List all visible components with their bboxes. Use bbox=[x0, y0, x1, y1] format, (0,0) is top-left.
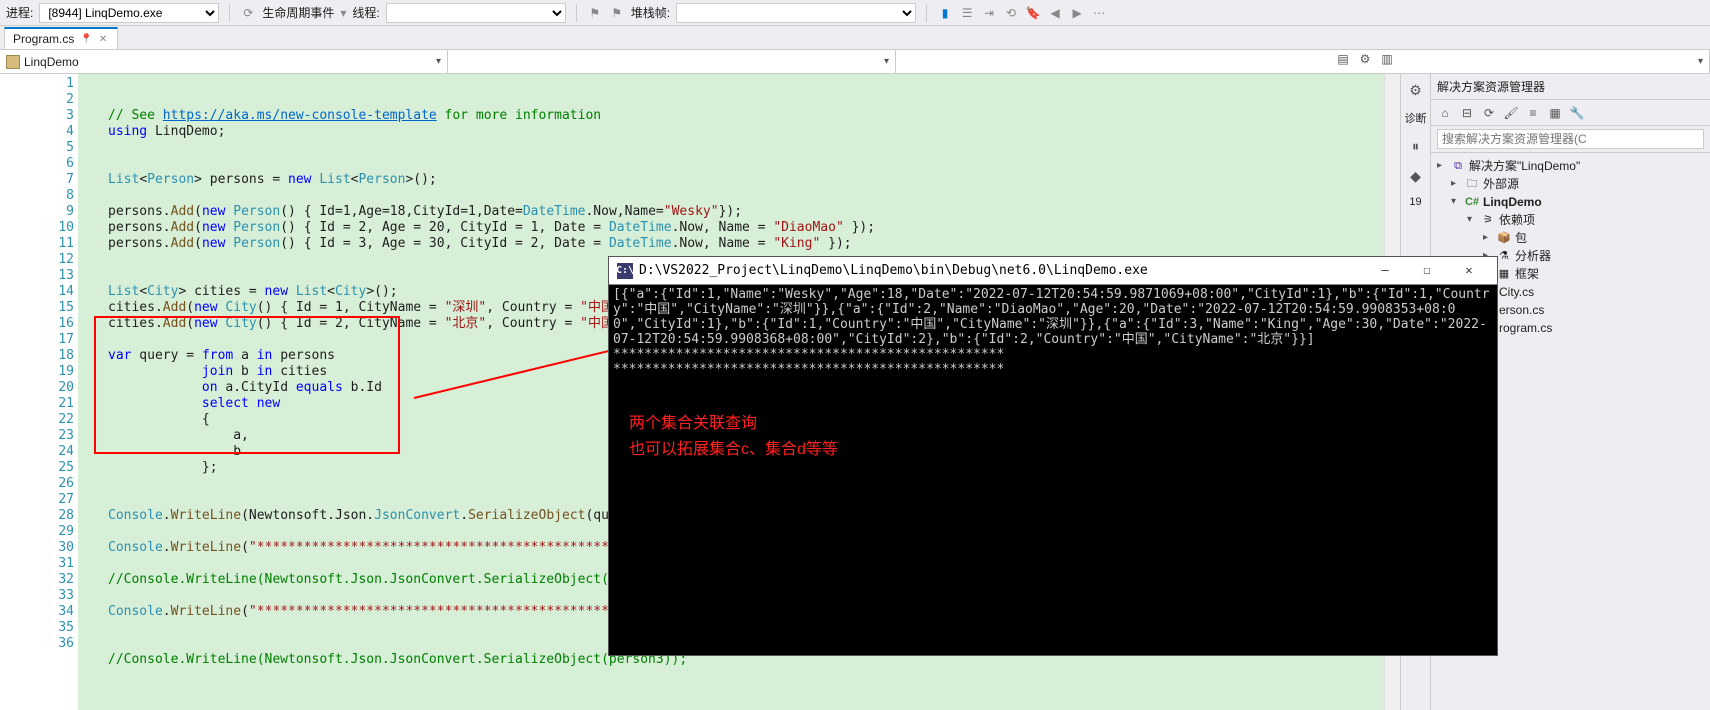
debug-toolbar: 进程: [8944] LinqDemo.exe ⟳ 生命周期事件 ▾ 线程: ⚑… bbox=[0, 0, 1710, 26]
diag-label[interactable]: 诊断 bbox=[1405, 110, 1427, 126]
thread-label: 线程: bbox=[352, 4, 379, 21]
chevron-down-icon: ▾ bbox=[428, 56, 441, 67]
solution-search bbox=[1431, 126, 1710, 153]
tree-solution[interactable]: ▸⧉解决方案"LinqDemo" bbox=[1433, 157, 1708, 175]
brush-icon[interactable]: 🖌 bbox=[1503, 105, 1519, 121]
tool-icon-4[interactable]: ⟲ bbox=[1003, 5, 1019, 21]
panel-title: 解决方案资源管理器 bbox=[1431, 74, 1710, 100]
properties-icon[interactable]: 🔧 bbox=[1569, 105, 1585, 121]
line-gutter: 1234567891011121314151617181920212223242… bbox=[0, 74, 78, 710]
showall-icon[interactable]: ▦ bbox=[1547, 105, 1563, 121]
breadcrumb-member[interactable]: ▾ bbox=[896, 50, 1710, 73]
document-tabs: Program.cs 📍 ✕ bbox=[0, 26, 1710, 50]
tool-icon-2[interactable]: ☰ bbox=[959, 5, 975, 21]
chevron-down-icon: ▾ bbox=[876, 56, 889, 67]
tool-icon-6[interactable]: ◀ bbox=[1047, 5, 1063, 21]
flag2-icon[interactable]: ⚑ bbox=[609, 5, 625, 21]
tool-icon-7[interactable]: ▶ bbox=[1069, 5, 1085, 21]
annotation-text: 两个集合关联查询 也可以拓展集合c、集合d等等 bbox=[629, 411, 838, 463]
tool-icon-8[interactable]: ⋯ bbox=[1091, 5, 1107, 21]
tree-pkg[interactable]: ▸📦包 bbox=[1433, 229, 1708, 247]
tab-program-cs[interactable]: Program.cs 📍 ✕ bbox=[4, 27, 118, 49]
tool-icon-1[interactable]: ▮ bbox=[937, 5, 953, 21]
process-select[interactable]: [8944] LinqDemo.exe bbox=[39, 3, 219, 23]
gear-icon[interactable]: ⚙ bbox=[1356, 50, 1374, 68]
search-input[interactable] bbox=[1437, 129, 1704, 149]
solution-toolbar: ⌂ ⊟ ⟳ 🖌 ≡ ▦ 🔧 bbox=[1431, 100, 1710, 126]
filter-icon[interactable]: ≡ bbox=[1525, 105, 1541, 121]
sync-icon[interactable]: ⟳ bbox=[1481, 105, 1497, 121]
close-button[interactable]: ✕ bbox=[1449, 259, 1489, 283]
stack-select[interactable] bbox=[676, 3, 916, 23]
lifecycle-icon[interactable]: ⟳ bbox=[240, 5, 256, 21]
split-icon[interactable]: ▥ bbox=[1378, 50, 1396, 68]
console-app-icon: C:\ bbox=[617, 263, 633, 279]
tree-deps[interactable]: ▾⚞依赖项 bbox=[1433, 211, 1708, 229]
gear-icon[interactable]: ⚙ bbox=[1406, 80, 1426, 100]
breadcrumb: LinqDemo ▾ ▾ ▾ bbox=[0, 50, 1710, 74]
maximize-button[interactable]: ☐ bbox=[1407, 259, 1447, 283]
breadcrumb-class[interactable]: ▾ bbox=[448, 50, 896, 73]
console-titlebar[interactable]: C:\ D:\VS2022_Project\LinqDemo\LinqDemo\… bbox=[609, 257, 1497, 285]
close-icon[interactable]: ✕ bbox=[99, 34, 107, 45]
home-icon[interactable]: ⌂ bbox=[1437, 105, 1453, 121]
lifecycle-label: 生命周期事件 bbox=[262, 4, 334, 21]
tool-icon-3[interactable]: ⇥ bbox=[981, 5, 997, 21]
tree-external[interactable]: ▸🗀外部源 bbox=[1433, 175, 1708, 193]
pin-icon[interactable]: 📍 bbox=[80, 34, 92, 45]
chevron-down-icon: ▾ bbox=[1690, 56, 1703, 67]
diag-count: 19 bbox=[1409, 196, 1421, 208]
tree-project[interactable]: ▾C#LinqDemo bbox=[1433, 193, 1708, 211]
console-window[interactable]: C:\ D:\VS2022_Project\LinqDemo\LinqDemo\… bbox=[608, 256, 1498, 656]
flag-icon[interactable]: ⚑ bbox=[587, 5, 603, 21]
window-menu-icon[interactable]: ▤ bbox=[1334, 50, 1352, 68]
console-output: [{"a":{"Id":1,"Name":"Wesky","Age":18,"D… bbox=[609, 285, 1497, 379]
tab-label: Program.cs bbox=[13, 32, 74, 46]
stack-label: 堆栈帧: bbox=[631, 4, 670, 21]
process-label: 进程: bbox=[6, 4, 33, 21]
tool-icon-5[interactable]: 🔖 bbox=[1025, 5, 1041, 21]
collapse-icon[interactable]: ⊟ bbox=[1459, 105, 1475, 121]
pause-icon[interactable]: ⏸ bbox=[1406, 136, 1426, 156]
console-title: D:\VS2022_Project\LinqDemo\LinqDemo\bin\… bbox=[639, 263, 1148, 278]
breadcrumb-namespace[interactable]: LinqDemo ▾ bbox=[0, 50, 448, 73]
csharp-icon bbox=[6, 55, 20, 69]
diamond-icon[interactable]: ◆ bbox=[1406, 166, 1426, 186]
minimize-button[interactable]: — bbox=[1365, 259, 1405, 283]
thread-select[interactable] bbox=[386, 3, 566, 23]
